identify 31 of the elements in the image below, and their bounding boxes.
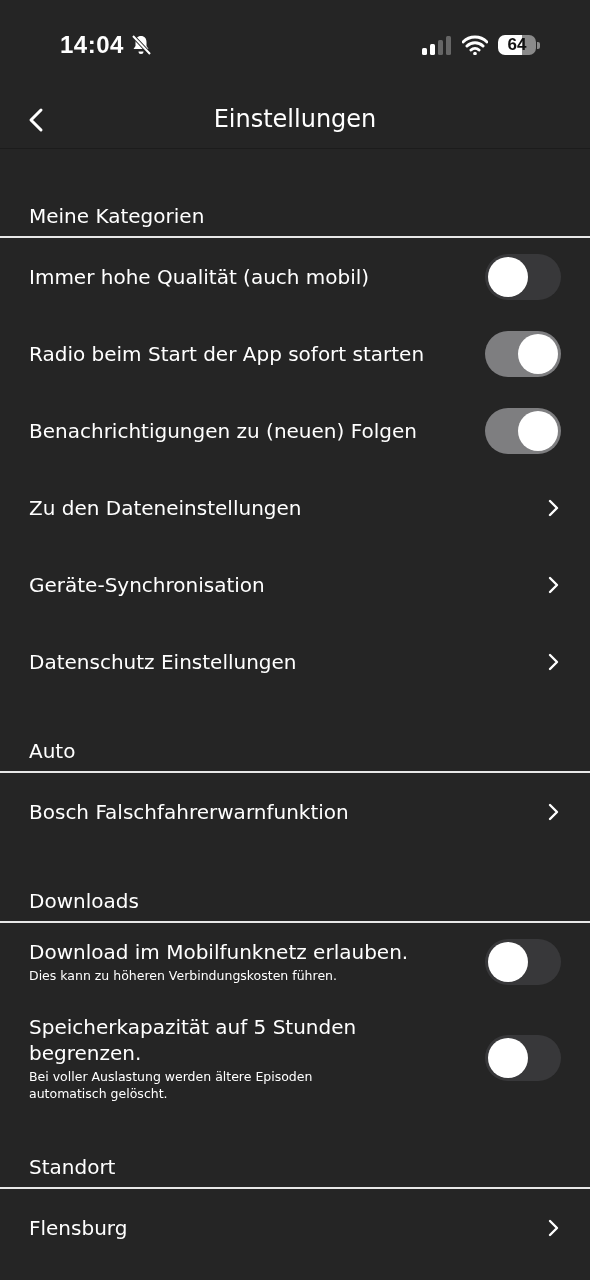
setting-label: Immer hohe Qualität (auch mobil) [29, 263, 371, 290]
setting-description: Bei voller Auslastung werden ältere Episoden automatisch gelöscht. [29, 1068, 314, 1102]
setting-label: Speicherkapazität auf 5 Stunden begrenzen. [29, 1014, 358, 1066]
wifi-icon [462, 35, 488, 55]
setting-label: Benachrichtigungen zu (neuen) Folgen [29, 417, 418, 444]
chevron-right-icon[interactable] [547, 802, 559, 821]
setting-description: Dies kann zu höheren Verbindungskosten führen. [29, 967, 338, 984]
setting-label: Datenschutz Einstellungen [29, 648, 298, 675]
setting-label: Bosch Falschfahrerwarnfunktion [29, 798, 350, 825]
signal-icon [422, 35, 452, 55]
setting-label: Radio beim Start der App sofort starten [29, 340, 426, 367]
chevron-right-icon[interactable] [547, 575, 559, 594]
screen-title: Einstellungen [213, 105, 377, 133]
chevron-right-icon[interactable] [547, 652, 559, 671]
toggle-switch[interactable] [485, 407, 561, 454]
toggle-switch[interactable] [485, 330, 561, 377]
setting-label: Flensburg [29, 1214, 129, 1241]
section-title: Standort [29, 1155, 116, 1179]
toggle-switch[interactable] [485, 253, 561, 300]
section-title: Auto [29, 739, 76, 763]
toggle-switch[interactable] [485, 938, 561, 985]
bell-muted-icon [129, 34, 152, 56]
toggle-switch[interactable] [485, 1035, 561, 1081]
clock: 14:04 [60, 31, 124, 59]
chevron-right-icon[interactable] [547, 1218, 559, 1237]
section-title: Downloads [29, 889, 139, 913]
setting-label: Download im Mobilfunknetz erlauben. [29, 939, 410, 965]
section-title: Meine Kategorien [29, 204, 205, 228]
setting-label: Zu den Dateneinstellungen [29, 494, 303, 521]
chevron-right-icon[interactable] [547, 498, 559, 517]
setting-label: Geräte-Synchronisation [29, 571, 266, 598]
